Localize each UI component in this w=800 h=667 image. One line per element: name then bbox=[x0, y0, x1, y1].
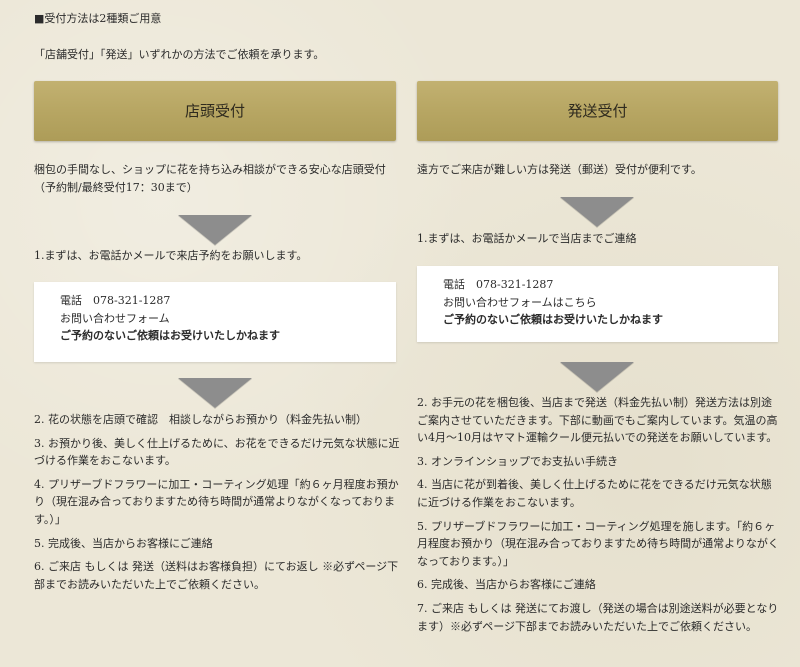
store-step-item: 6. ご来店 もしくは 発送（送料はお客様負担）にてお返し ※必ずページ下部まで… bbox=[34, 560, 399, 591]
shipping-step-item: 5. プリザーブドフラワーに加工・コーティング処理を施します。「約６ヶ月程度お預… bbox=[417, 519, 779, 568]
store-step-1: 1.まずは、お電話かメールで来店予約をお願いします。 bbox=[34, 249, 308, 262]
shipping-step-item: 7. ご来店 もしくは 発送にてお渡し（発送の場合は別途送料が必要となります）※… bbox=[417, 601, 779, 633]
shipping-step-item: 6. 完成後、当店からお客様にご連絡 bbox=[417, 578, 596, 592]
store-step-item: 4. プリザーブドフラワーに加工・コーティング処理「約６ヶ月程度お預かり（現在混… bbox=[34, 477, 399, 526]
down-arrow-icon bbox=[560, 362, 634, 392]
shipping-step-item: 3. オンラインショップでお支払い手続き bbox=[417, 454, 618, 468]
shipping-phone: 電話 078-321-1287 bbox=[443, 278, 554, 291]
section-heading: ■受付方法は2種類ご用意 bbox=[34, 12, 162, 25]
shipping-steps-list: 2. お手元の花を梱包後、当店まで発送（料金先払い制）発送方法は別途ご案内させて… bbox=[417, 394, 782, 641]
shipping-step-item: 4. 当店に花が到着後、美しく仕上げるために花をできるだけ元気な状態に近づける作… bbox=[417, 478, 772, 509]
shipping-reservation-note: ご予約のないご依頼はお受けいたしかねます bbox=[443, 313, 663, 327]
store-reception-title: 店頭受付 bbox=[184, 102, 245, 120]
store-contact-box: 電話 078-321-1287 お問い合わせフォーム ご予約のないご依頼はお受け… bbox=[34, 282, 396, 362]
shipping-contact-form-link[interactable]: お問い合わせフォームはこちら bbox=[443, 294, 752, 312]
store-reception-banner: 店頭受付 bbox=[34, 81, 396, 141]
shipping-step-1: 1.まずは、お電話かメールで当店までご連絡 bbox=[417, 232, 637, 245]
shipping-contact-box: 電話 078-321-1287 お問い合わせフォームはこちら ご予約のないご依頼… bbox=[417, 266, 778, 342]
store-step-item: 3. お預かり後、美しく仕上げるために、お花をできるだけ元気な状態に近づける作業… bbox=[34, 436, 400, 468]
shipping-reception-banner: 発送受付 bbox=[417, 81, 778, 141]
store-reservation-note: ご予約のないご依頼はお受けいたしかねます bbox=[60, 329, 280, 343]
store-step-item: 5. 完成後、当店からお客様にご連絡 bbox=[34, 536, 213, 550]
shipping-reception-description: 遠方でご来店が難しい方は発送（郵送）受付が便利です。 bbox=[417, 163, 702, 176]
store-step-item: 2. 花の状態を店頭で確認 相談しながらお預かり（料金先払い制） bbox=[34, 413, 367, 426]
down-arrow-icon bbox=[178, 215, 252, 245]
store-steps-list: 2. 花の状態を店頭で確認 相談しながらお預かり（料金先払い制） 3. お預かり… bbox=[34, 411, 402, 599]
store-phone: 電話 078-321-1287 bbox=[60, 294, 171, 307]
store-reception-description: 梱包の手間なし、ショップに花を持ち込み相談ができる安心な店頭受付（予約制/最終受… bbox=[34, 163, 386, 195]
shipping-reception-title: 発送受付 bbox=[567, 102, 628, 120]
intro-text: 「店舗受付」「発送」いずれかの方法でご依頼を承ります。 bbox=[34, 48, 325, 61]
store-contact-form-link[interactable]: お問い合わせフォーム bbox=[60, 310, 370, 328]
down-arrow-icon bbox=[178, 378, 252, 408]
shipping-step-item: 2. お手元の花を梱包後、当店まで発送（料金先払い制）発送方法は別途ご案内させて… bbox=[417, 396, 778, 445]
down-arrow-icon bbox=[560, 197, 634, 227]
